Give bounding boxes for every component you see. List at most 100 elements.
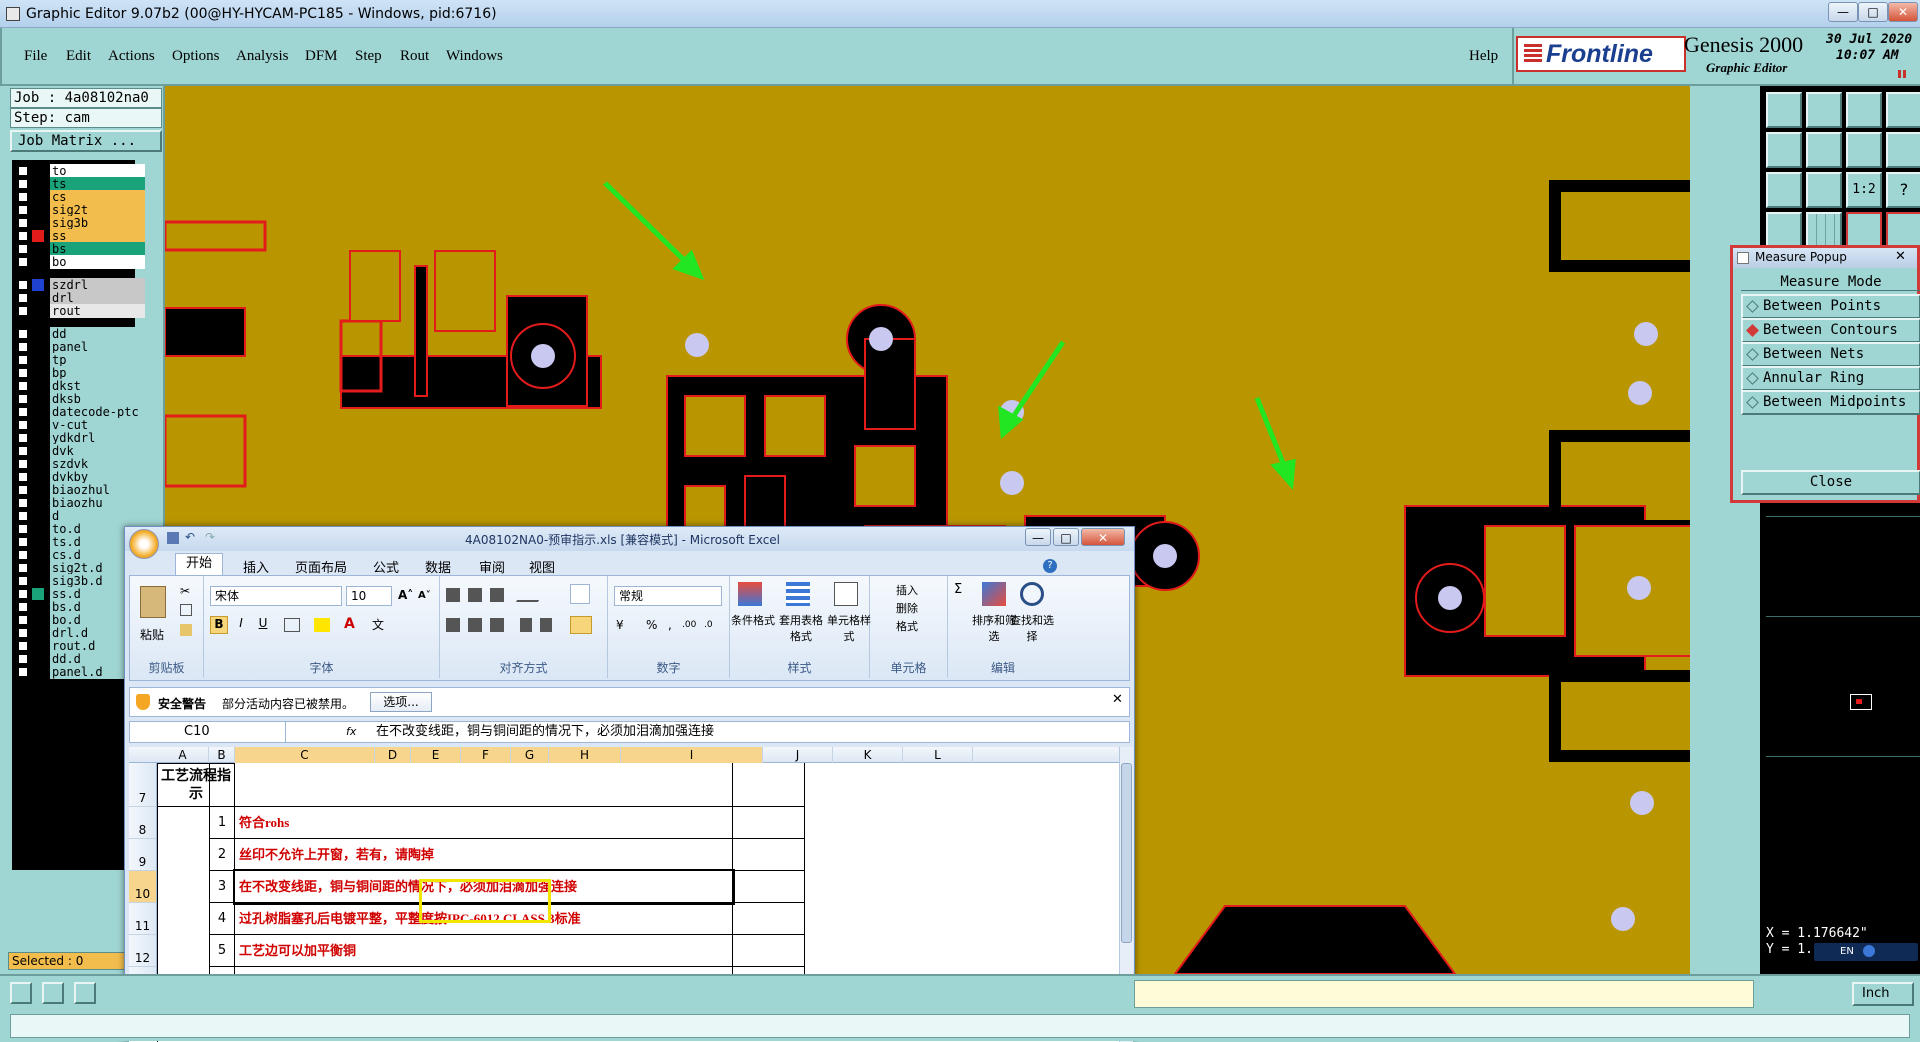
layer-color-swatch[interactable]: [32, 536, 44, 548]
layer-row-drl[interactable]: drl: [14, 291, 145, 305]
layer-checkbox[interactable]: [18, 342, 28, 352]
cell-instruction[interactable]: [235, 763, 733, 807]
layer-row-ts-d[interactable]: ts.d: [14, 535, 145, 549]
layer-row-szdvk[interactable]: szdvk: [14, 457, 145, 471]
layer-name[interactable]: ss: [50, 229, 145, 243]
column-header[interactable]: A: [157, 747, 209, 763]
layer-checkbox[interactable]: [18, 257, 28, 267]
layer-color-swatch[interactable]: [32, 165, 44, 177]
layer-color-swatch[interactable]: [32, 484, 44, 496]
layer-checkbox[interactable]: [18, 192, 28, 202]
excel-close-button[interactable]: ✕: [1081, 528, 1125, 546]
layer-color-swatch[interactable]: [32, 178, 44, 190]
row-header[interactable]: 7: [129, 763, 157, 807]
grid-tool-icon[interactable]: [74, 982, 96, 1004]
layer-row-dkst[interactable]: dkst: [14, 379, 145, 393]
layer-row-panel[interactable]: panel: [14, 340, 145, 354]
format-table-label[interactable]: 套用表格格式: [778, 612, 824, 644]
orientation-icon[interactable]: [515, 588, 547, 602]
scale-1-2-icon[interactable]: 1:2: [1846, 172, 1882, 208]
cell-instruction[interactable]: 丝印不允许上开窗，若有，请陶掉: [235, 839, 733, 871]
wrap-text-icon[interactable]: [570, 584, 590, 604]
layer-color-swatch[interactable]: [32, 256, 44, 268]
layer-row-szdrl[interactable]: szdrl: [14, 278, 145, 292]
layer-checkbox[interactable]: [18, 381, 28, 391]
layer-name[interactable]: datecode-ptc: [50, 405, 145, 419]
layer-color-swatch[interactable]: [32, 653, 44, 665]
layer-checkbox[interactable]: [18, 218, 28, 228]
row-header[interactable]: 12: [129, 935, 157, 967]
layer-color-swatch[interactable]: [32, 230, 44, 242]
menu-help[interactable]: Help: [1469, 48, 1498, 65]
layer-name[interactable]: dd: [50, 327, 145, 341]
redo-icon[interactable]: ↷: [205, 530, 215, 544]
layer-row-v-cut[interactable]: v-cut: [14, 418, 145, 432]
measure-mode-between-nets[interactable]: Between Nets: [1741, 342, 1920, 367]
layer-color-swatch[interactable]: [32, 279, 44, 291]
layer-name[interactable]: sig2t: [50, 203, 145, 217]
layer-name[interactable]: d: [50, 509, 145, 523]
italic-button[interactable]: I: [232, 616, 250, 634]
delete-cells-button[interactable]: 删除: [896, 600, 918, 616]
horizontal-align-icons[interactable]: [446, 618, 506, 632]
layer-checkbox[interactable]: [18, 641, 28, 651]
undo-icon[interactable]: ↶: [185, 530, 195, 544]
units-select[interactable]: Inch: [1852, 982, 1914, 1006]
font-name-select[interactable]: 宋体: [210, 586, 342, 606]
layer-checkbox[interactable]: [18, 355, 28, 365]
layer-name[interactable]: sig3b: [50, 216, 145, 230]
layer-row-ts[interactable]: ts: [14, 177, 145, 191]
layer-row-ydkdrl[interactable]: ydkdrl: [14, 431, 145, 445]
cell-empty[interactable]: [733, 871, 805, 903]
layer-color-swatch[interactable]: [32, 523, 44, 535]
pan-right-icon[interactable]: [1806, 132, 1842, 168]
column-header[interactable]: D: [375, 747, 411, 763]
layer-checkbox[interactable]: [18, 615, 28, 625]
restore-button[interactable]: □: [1858, 2, 1888, 22]
layer-color-swatch[interactable]: [32, 549, 44, 561]
layer-checkbox[interactable]: [18, 550, 28, 560]
layer-checkbox[interactable]: [18, 511, 28, 521]
command-line[interactable]: [10, 1014, 1910, 1038]
close-button[interactable]: ✕: [1888, 2, 1918, 22]
number-format-select[interactable]: 常规: [614, 586, 722, 606]
layer-row-drl-d[interactable]: drl.d: [14, 626, 145, 640]
cell-index[interactable]: 3: [209, 871, 235, 903]
layer-color-swatch[interactable]: [32, 305, 44, 317]
layer-color-swatch[interactable]: [32, 666, 44, 678]
cell-empty[interactable]: [733, 807, 805, 839]
layer-name[interactable]: cs: [50, 190, 145, 204]
layer-checkbox[interactable]: [18, 306, 28, 316]
layer-name[interactable]: dkst: [50, 379, 145, 393]
layer-color-swatch[interactable]: [32, 614, 44, 626]
layer-color-swatch[interactable]: [32, 393, 44, 405]
popup-close-icon[interactable]: ✕: [1895, 249, 1906, 264]
find-select-label[interactable]: 查找和选择: [1010, 612, 1054, 644]
grow-font-icon[interactable]: A˄: [398, 588, 413, 602]
layer-checkbox[interactable]: [18, 368, 28, 378]
minimize-button[interactable]: —: [1828, 2, 1858, 22]
layer-name[interactable]: tp: [50, 353, 145, 367]
layer-name[interactable]: dvkby: [50, 470, 145, 484]
column-header[interactable]: G: [511, 747, 549, 763]
layer-name[interactable]: bp: [50, 366, 145, 380]
cell-styles-label[interactable]: 单元格样式: [826, 612, 872, 644]
find-select-icon[interactable]: [1020, 582, 1044, 606]
menu-windows[interactable]: Windows: [446, 48, 503, 65]
insert-function-icon[interactable]: fx: [346, 722, 356, 742]
menu-actions[interactable]: Actions: [108, 48, 155, 65]
layer-color-swatch[interactable]: [32, 204, 44, 216]
help-icon[interactable]: ?: [1886, 172, 1920, 208]
layer-color-swatch[interactable]: [32, 341, 44, 353]
scroll-thumb[interactable]: [1121, 763, 1132, 943]
layer-checkbox[interactable]: [18, 537, 28, 547]
merge-center-icon[interactable]: [570, 616, 592, 634]
layer-row-dd-d[interactable]: dd.d: [14, 652, 145, 666]
zoom-area-icon[interactable]: [1846, 92, 1882, 128]
shrink-font-icon[interactable]: A˅: [418, 590, 431, 601]
cell-empty[interactable]: [733, 839, 805, 871]
layer-color-swatch[interactable]: [32, 510, 44, 522]
row-header[interactable]: 8: [129, 807, 157, 839]
tab-data[interactable]: 数据: [425, 557, 451, 576]
net-select-icon[interactable]: [1886, 212, 1920, 248]
